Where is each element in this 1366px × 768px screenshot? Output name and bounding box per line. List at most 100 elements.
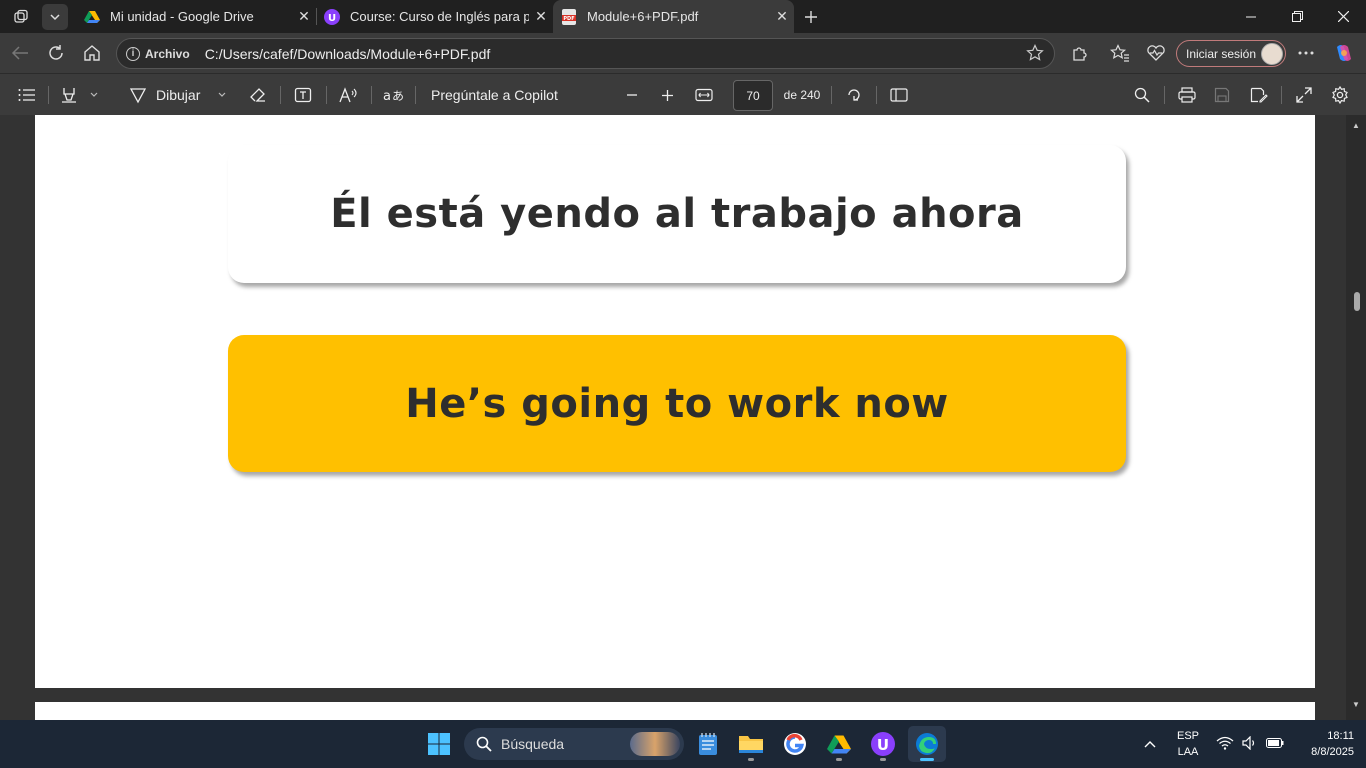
tab-google-drive[interactable]: Mi unidad - Google Drive ✕ bbox=[76, 0, 316, 33]
running-indicator bbox=[748, 758, 754, 761]
google-drive-icon[interactable] bbox=[820, 726, 858, 762]
more-options-icon[interactable] bbox=[1291, 39, 1321, 67]
save-icon[interactable] bbox=[1210, 84, 1234, 106]
draw-button[interactable]: Dibujar bbox=[156, 84, 204, 106]
file-explorer-icon[interactable] bbox=[732, 726, 770, 762]
zoom-out-icon[interactable] bbox=[621, 84, 643, 106]
vertical-scrollbar[interactable]: ▲ ▼ bbox=[1346, 115, 1366, 720]
search-icon[interactable] bbox=[1130, 84, 1154, 106]
new-tab-icon[interactable] bbox=[798, 4, 824, 30]
search-placeholder: Búsqueda bbox=[501, 736, 565, 752]
tab-pdf[interactable]: PDF Module+6+PDF.pdf ✕ bbox=[553, 0, 794, 33]
url-text[interactable]: C:/Users/cafef/Downloads/Module+6+PDF.pd… bbox=[205, 46, 491, 62]
svg-text:あ: あ bbox=[392, 89, 403, 103]
tab-title: Module+6+PDF.pdf bbox=[587, 9, 699, 24]
sign-in-button[interactable]: Iniciar sesión bbox=[1176, 40, 1286, 67]
windows-start-icon[interactable] bbox=[420, 726, 458, 762]
taskbar-search-box[interactable]: Búsqueda bbox=[464, 728, 684, 760]
ask-copilot-button[interactable]: Pregúntale a Copilot bbox=[431, 84, 581, 106]
english-sentence: He’s going to work now bbox=[405, 380, 949, 427]
language-code: ESP bbox=[1176, 730, 1199, 742]
pdf-viewer[interactable]: Él está yendo al trabajo ahora He’s goin… bbox=[0, 115, 1366, 720]
wifi-icon bbox=[1216, 736, 1234, 753]
page-view-icon[interactable] bbox=[887, 84, 911, 106]
eraser-icon[interactable] bbox=[246, 84, 270, 106]
address-bar[interactable]: i Archivo C:/Users/cafef/Downloads/Modul… bbox=[116, 38, 1055, 69]
page-number-input[interactable]: 70 bbox=[733, 80, 773, 111]
spanish-sentence-card: Él está yendo al trabajo ahora bbox=[228, 145, 1126, 283]
add-text-icon[interactable] bbox=[291, 84, 315, 106]
toolbar-divider bbox=[1164, 86, 1165, 104]
windows-taskbar: Búsqueda U ESP LAA 18:11 8/8/2025 bbox=[0, 720, 1366, 768]
translate-icon[interactable]: aあ bbox=[381, 84, 405, 106]
favorites-icon[interactable] bbox=[1105, 39, 1135, 67]
copilot-icon[interactable] bbox=[1329, 39, 1359, 67]
volume-icon bbox=[1242, 735, 1258, 753]
toolbar-divider bbox=[1281, 86, 1282, 104]
toolbar-divider bbox=[831, 86, 832, 104]
save-as-icon[interactable] bbox=[1247, 84, 1271, 106]
draw-options-chevron-icon[interactable] bbox=[214, 84, 230, 106]
battery-icon bbox=[1266, 737, 1284, 751]
close-window-icon[interactable] bbox=[1320, 0, 1366, 33]
quick-settings[interactable] bbox=[1216, 720, 1284, 768]
tab-strip: Mi unidad - Google Drive ✕ U Course: Cur… bbox=[0, 0, 1366, 33]
navigation-bar: i Archivo C:/Users/cafef/Downloads/Modul… bbox=[0, 33, 1366, 73]
microsoft-edge-icon[interactable] bbox=[908, 726, 946, 762]
home-icon[interactable] bbox=[77, 39, 107, 67]
next-pdf-page bbox=[35, 702, 1315, 720]
rotate-icon[interactable] bbox=[842, 84, 866, 106]
close-tab-icon[interactable]: ✕ bbox=[292, 8, 316, 25]
close-tab-icon[interactable]: ✕ bbox=[770, 8, 794, 25]
back-icon[interactable] bbox=[5, 39, 35, 67]
course-app-icon[interactable]: U bbox=[864, 726, 902, 762]
draw-label: Dibujar bbox=[156, 87, 201, 103]
zoom-in-icon[interactable] bbox=[656, 84, 678, 106]
highlight-options-chevron-icon[interactable] bbox=[86, 84, 102, 106]
workspaces-icon[interactable] bbox=[8, 4, 34, 30]
notepad-icon[interactable] bbox=[689, 726, 727, 762]
minimize-icon[interactable] bbox=[1228, 0, 1274, 33]
toolbar-divider bbox=[280, 86, 281, 104]
pdf-toolbar: Dibujar aあ Pregúntale a Copilot 70 de 24… bbox=[0, 73, 1366, 115]
browser-essentials-icon[interactable] bbox=[1141, 39, 1171, 67]
toolbar-divider bbox=[48, 86, 49, 104]
info-icon[interactable]: i bbox=[126, 46, 140, 61]
google-chrome-icon[interactable] bbox=[776, 726, 814, 762]
show-hidden-icons-chevron-icon[interactable] bbox=[1140, 720, 1160, 768]
highlight-icon[interactable] bbox=[58, 84, 80, 106]
keyboard-layout-code: LAA bbox=[1177, 746, 1199, 758]
clock[interactable]: 18:11 8/8/2025 bbox=[1292, 720, 1354, 768]
contents-list-icon[interactable] bbox=[16, 84, 38, 106]
fullscreen-icon[interactable] bbox=[1292, 84, 1316, 106]
refresh-icon[interactable] bbox=[41, 39, 71, 67]
ask-copilot-label: Pregúntale a Copilot bbox=[431, 87, 558, 103]
date-text: 8/8/2025 bbox=[1311, 746, 1354, 758]
tab-title: Mi unidad - Google Drive bbox=[110, 9, 254, 24]
scrollbar-thumb[interactable] bbox=[1354, 292, 1360, 311]
settings-gear-icon[interactable] bbox=[1328, 84, 1352, 106]
restore-icon[interactable] bbox=[1274, 0, 1320, 33]
running-indicator bbox=[836, 758, 842, 761]
print-icon[interactable] bbox=[1175, 84, 1199, 106]
fit-to-width-icon[interactable] bbox=[692, 84, 716, 106]
page-total-label: de 240 bbox=[783, 88, 821, 102]
tab-actions-chevron-icon[interactable] bbox=[42, 4, 68, 30]
page-current: 70 bbox=[746, 88, 760, 103]
svg-text:a: a bbox=[383, 89, 391, 103]
input-language-indicator[interactable]: ESP LAA bbox=[1168, 720, 1208, 768]
close-tab-icon[interactable]: ✕ bbox=[529, 8, 553, 25]
pdf-page: Él está yendo al trabajo ahora He’s goin… bbox=[35, 115, 1315, 688]
scroll-up-arrow-icon[interactable]: ▲ bbox=[1352, 121, 1360, 130]
draw-icon[interactable] bbox=[126, 84, 150, 106]
read-aloud-icon[interactable] bbox=[337, 84, 361, 106]
search-highlight-image bbox=[630, 732, 680, 756]
course-site-icon: U bbox=[324, 8, 340, 25]
scroll-down-arrow-icon[interactable]: ▼ bbox=[1352, 700, 1360, 709]
google-drive-icon bbox=[84, 9, 100, 25]
page-total: de 240 bbox=[782, 84, 822, 106]
favorite-star-icon[interactable] bbox=[1026, 44, 1044, 65]
english-sentence-card: He’s going to work now bbox=[228, 335, 1126, 472]
tab-course[interactable]: U Course: Curso de Inglés para principia… bbox=[316, 0, 553, 33]
extensions-icon[interactable] bbox=[1064, 39, 1094, 67]
